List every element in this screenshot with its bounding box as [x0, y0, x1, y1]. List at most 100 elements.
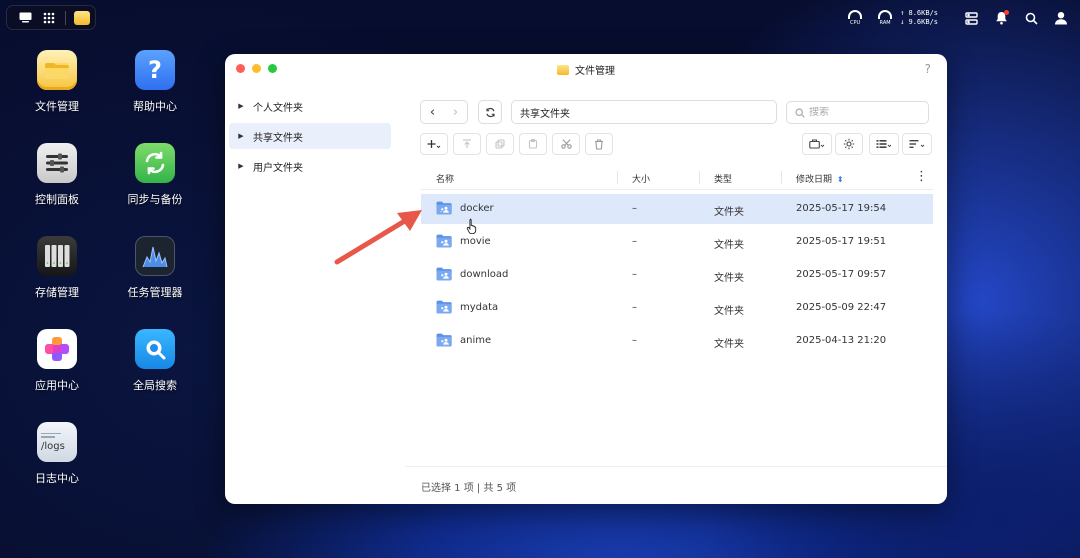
- paste-button[interactable]: [519, 133, 547, 155]
- app-puzzle-icon: [37, 329, 77, 369]
- desktop-icon-storage-manager[interactable]: 存储管理: [17, 236, 97, 300]
- settings-button[interactable]: [835, 133, 863, 155]
- sliders-icon: [37, 143, 77, 183]
- question-mark-icon: ?: [135, 50, 175, 90]
- network-speed[interactable]: ↑ 8.6KB/s ↓ 9.6KB/s: [900, 9, 938, 27]
- shared-folder-icon: [436, 333, 452, 347]
- app-grid-icon[interactable]: [37, 7, 61, 29]
- history-nav: ‹ ›: [420, 100, 468, 124]
- expand-caret-icon[interactable]: ▶: [229, 162, 253, 170]
- desktop-icon-log-center[interactable]: /logs 日志中心: [17, 422, 97, 486]
- delete-button[interactable]: [585, 133, 613, 155]
- column-header-size[interactable]: 大小: [632, 172, 650, 185]
- ram-gauge-icon: [878, 10, 893, 19]
- activity-graph-icon: [135, 236, 175, 276]
- sidebar-item-user-folder[interactable]: ▶ 用户文件夹: [229, 153, 391, 179]
- upload-icon: [463, 139, 471, 148]
- file-size: –: [632, 203, 637, 214]
- file-modified: 2025-04-13 21:20: [796, 335, 887, 346]
- back-button[interactable]: ‹: [421, 101, 444, 123]
- file-type: 文件夹: [714, 339, 744, 350]
- scissors-icon: [560, 139, 572, 149]
- table-row[interactable]: anime – 文件夹 2025-04-13 21:20: [421, 326, 933, 356]
- file-name: docker: [460, 203, 494, 214]
- desktop-icon-label: 日志中心: [35, 472, 79, 485]
- server-status-icon[interactable]: [962, 9, 980, 27]
- upload-button[interactable]: [453, 133, 481, 155]
- window-titlebar[interactable]: 文件管理 ?: [225, 54, 947, 84]
- file-size: –: [632, 302, 637, 313]
- cpu-gauge-icon: [848, 10, 863, 19]
- desktop-icon-label: 应用中心: [35, 379, 79, 392]
- file-name: download: [460, 269, 509, 280]
- column-divider[interactable]: [699, 171, 700, 184]
- show-desktop-icon[interactable]: [13, 7, 37, 29]
- desktop-icon-label: 存储管理: [35, 286, 79, 299]
- search-field[interactable]: [786, 101, 929, 124]
- file-type: 文件夹: [714, 207, 744, 218]
- view-mode-dropdown-button[interactable]: [869, 133, 899, 155]
- expand-caret-icon[interactable]: ▶: [229, 102, 253, 110]
- logs-document-icon: /logs: [37, 422, 77, 462]
- drive-bays-icon: [37, 236, 77, 276]
- file-modified: 2025-05-17 09:57: [796, 269, 887, 280]
- notification-badge: [1004, 10, 1009, 15]
- table-row[interactable]: download – 文件夹 2025-05-17 09:57: [421, 260, 933, 290]
- upload-speed: ↑ 8.6KB/s: [900, 9, 938, 17]
- path-field[interactable]: 共享文件夹: [511, 100, 777, 124]
- column-divider[interactable]: [617, 171, 618, 184]
- column-header-modified-label: 修改日期: [796, 175, 833, 185]
- notification-bell-icon[interactable]: [992, 9, 1010, 27]
- table-row[interactable]: mydata – 文件夹 2025-05-09 22:47: [421, 293, 933, 323]
- column-header-name[interactable]: 名称: [436, 172, 454, 185]
- column-divider[interactable]: [781, 171, 782, 184]
- sort-dropdown-button[interactable]: [902, 133, 932, 155]
- help-button[interactable]: ?: [925, 62, 931, 76]
- file-type: 文件夹: [714, 240, 744, 251]
- table-row[interactable]: movie – 文件夹 2025-05-17 19:51: [421, 227, 933, 257]
- user-account-icon[interactable]: [1052, 9, 1070, 27]
- window-title-group: 文件管理: [225, 62, 947, 77]
- table-header: 名称 大小 类型 修改日期 ⬍ ⋮: [421, 166, 933, 190]
- shared-folder-icon: [436, 300, 452, 314]
- column-header-modified[interactable]: 修改日期 ⬍: [796, 172, 844, 185]
- file-modified: 2025-05-17 19:54: [796, 203, 887, 214]
- desktop-icon-sync-backup[interactable]: 同步与备份: [115, 143, 195, 207]
- forward-button[interactable]: ›: [444, 101, 467, 123]
- column-header-type[interactable]: 类型: [714, 172, 732, 185]
- desktop-icon-task-manager[interactable]: 任务管理器: [115, 236, 195, 300]
- sidebar-item-label: 共享文件夹: [253, 132, 303, 144]
- sidebar-item-label: 用户文件夹: [253, 162, 303, 174]
- file-type: 文件夹: [714, 273, 744, 284]
- file-name: mydata: [460, 302, 499, 313]
- copy-icon: [495, 139, 505, 149]
- window-title: 文件管理: [575, 66, 615, 77]
- desktop-icon-app-center[interactable]: 应用中心: [17, 329, 97, 393]
- sort-icon: [909, 140, 925, 148]
- folder-icon: [37, 50, 77, 90]
- ram-gauge[interactable]: RAM: [876, 10, 894, 26]
- new-dropdown-button[interactable]: [420, 133, 448, 155]
- desktop-icon-file-manager[interactable]: 文件管理: [17, 50, 97, 114]
- sidebar-item-personal-folder[interactable]: ▶ 个人文件夹: [229, 93, 391, 119]
- shared-folder-icon: [436, 201, 452, 215]
- cpu-gauge[interactable]: CPU: [846, 10, 864, 26]
- copy-button[interactable]: [486, 133, 514, 155]
- mouse-pointer-hand-icon: [466, 218, 477, 234]
- magnifier-icon: [135, 329, 175, 369]
- search-input[interactable]: [809, 107, 909, 118]
- sidebar-item-shared-folder[interactable]: ▶ 共享文件夹: [229, 123, 391, 149]
- refresh-button[interactable]: [478, 100, 502, 124]
- expand-caret-icon[interactable]: ▶: [229, 132, 253, 140]
- archive-dropdown-button[interactable]: [802, 133, 832, 155]
- desktop-icon-control-panel[interactable]: 控制面板: [17, 143, 97, 207]
- search-icon[interactable]: [1022, 9, 1040, 27]
- table-row[interactable]: docker – 文件夹 2025-05-17 19:54: [421, 194, 933, 224]
- column-options-icon[interactable]: ⋮: [915, 169, 928, 184]
- search-icon: [795, 107, 805, 118]
- desktop-icon-global-search[interactable]: 全局搜索: [115, 329, 195, 393]
- desktop-icon-help-center[interactable]: ? 帮助中心: [115, 50, 195, 114]
- gear-icon: [843, 138, 855, 150]
- taskbar-file-manager-icon[interactable]: [70, 7, 94, 29]
- cut-button[interactable]: [552, 133, 580, 155]
